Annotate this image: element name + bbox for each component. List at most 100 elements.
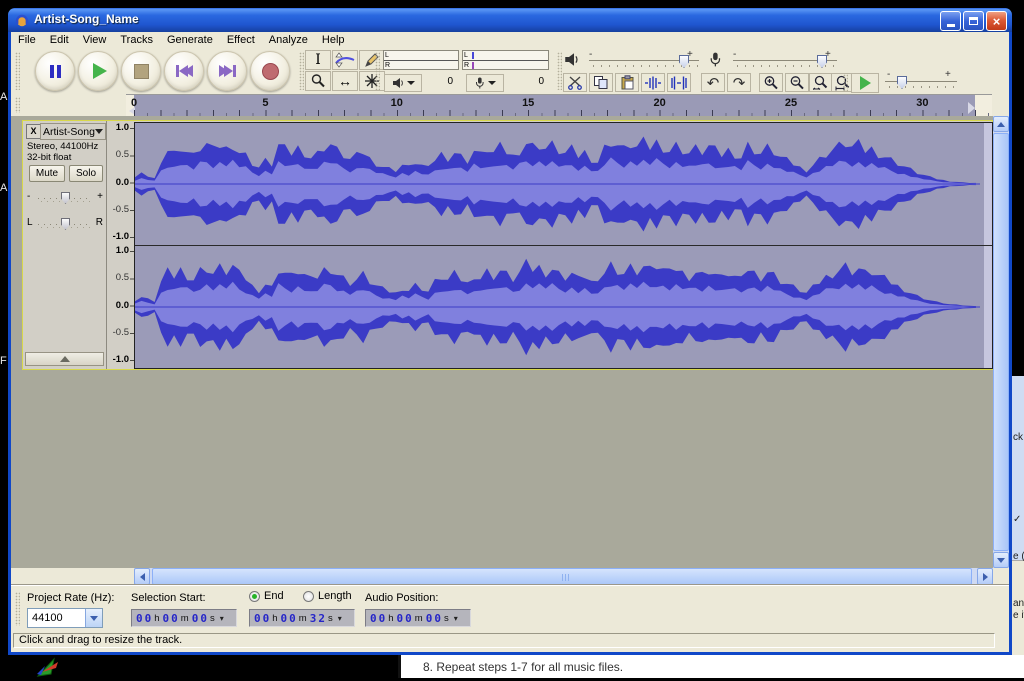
- track-title-dropdown[interactable]: Artist-Song: [40, 123, 106, 140]
- maximize-button[interactable]: [963, 11, 984, 31]
- cut-button[interactable]: [563, 73, 587, 92]
- pan-slider[interactable]: L R: [27, 215, 103, 233]
- menu-item-generate[interactable]: Generate: [160, 34, 220, 46]
- trim-icon: [644, 76, 662, 90]
- copy-button[interactable]: [589, 73, 613, 92]
- paste-button[interactable]: [615, 73, 639, 92]
- background-text-fragment: ang: [1013, 598, 1024, 609]
- input-meter-menu[interactable]: [466, 74, 504, 92]
- length-radio[interactable]: Length: [303, 590, 352, 602]
- selection-start-field[interactable]: 00h00m00s▾: [131, 609, 237, 627]
- skip-to-end-button[interactable]: [207, 51, 247, 91]
- amplitude-label: 0.5: [107, 149, 129, 160]
- minimize-button[interactable]: [940, 11, 961, 31]
- selection-tool-button[interactable]: I: [305, 50, 331, 70]
- zoom-in-button[interactable]: [759, 73, 783, 92]
- scroll-left-button[interactable]: [134, 568, 150, 585]
- gain-slider[interactable]: - +: [27, 189, 103, 207]
- pause-button[interactable]: [35, 51, 75, 91]
- zoom-out-button[interactable]: [785, 73, 809, 92]
- menu-item-edit[interactable]: Edit: [43, 34, 76, 46]
- amplitude-label: 0.0: [107, 177, 129, 188]
- combo-dropdown-button[interactable]: [85, 609, 102, 627]
- solo-button[interactable]: Solo: [69, 165, 103, 182]
- timeline: 051015202530: [11, 94, 1009, 117]
- vertical-scrollbar-thumb[interactable]: [993, 133, 1009, 551]
- gain-slider-thumb[interactable]: [61, 192, 70, 204]
- timeline-tick-label: 10: [391, 97, 403, 109]
- vertical-ruler-right-channel[interactable]: 1.00.50.0-0.5-1.0: [107, 245, 134, 367]
- input-meter-value: 0: [530, 76, 544, 87]
- menu-item-analyze[interactable]: Analyze: [262, 34, 315, 46]
- track-control-panel: X Artist-Song Stereo, 44100Hz 32-bit flo…: [23, 121, 107, 369]
- menu-item-view[interactable]: View: [76, 34, 114, 46]
- input-meter[interactable]: L R: [462, 50, 549, 70]
- toolbar-grip[interactable]: [15, 592, 20, 626]
- silence-icon: [670, 76, 688, 90]
- skip-to-end-icon: [219, 65, 236, 77]
- ibeam-icon: I: [315, 52, 321, 68]
- playback-speed-slider[interactable]: [885, 81, 957, 88]
- silence-audio-button[interactable]: [667, 73, 691, 92]
- scroll-down-button[interactable]: [993, 552, 1009, 568]
- toolbar-grip[interactable]: [15, 97, 20, 113]
- horizontal-scrollbar-thumb[interactable]: [152, 568, 972, 585]
- trim-audio-button[interactable]: [641, 73, 665, 92]
- timeline-ruler[interactable]: 051015202530: [126, 94, 992, 116]
- redo-button[interactable]: ↷: [727, 73, 751, 92]
- track-format-info: Stereo, 44100Hz: [27, 141, 98, 152]
- toolbar-grip[interactable]: [557, 52, 562, 90]
- zoom-out-icon: [789, 75, 805, 91]
- close-button[interactable]: ×: [986, 11, 1007, 31]
- slider-max-label: +: [945, 69, 951, 80]
- radio-unselected-icon: [303, 591, 314, 602]
- pan-left-label: L: [27, 217, 33, 228]
- menu-item-file[interactable]: File: [11, 34, 43, 46]
- undo-button[interactable]: ↶: [701, 73, 725, 92]
- toolbar-grip[interactable]: [299, 52, 304, 90]
- pan-slider-thumb[interactable]: [61, 218, 70, 230]
- meter-channel-label: R: [385, 61, 390, 70]
- status-message: Click and drag to resize the track.: [13, 633, 995, 648]
- project-rate-combobox[interactable]: 44100: [27, 608, 103, 628]
- play-at-speed-button[interactable]: [851, 73, 879, 93]
- output-meter[interactable]: L R: [383, 50, 459, 70]
- audio-position-field[interactable]: 00h00m00s▾: [365, 609, 471, 627]
- track-close-button[interactable]: X: [26, 124, 41, 139]
- fit-selection-button[interactable]: [809, 73, 833, 92]
- vertical-ruler-left-channel[interactable]: 1.00.50.0-0.5-1.0: [107, 122, 134, 244]
- draw-tool-button[interactable]: [359, 50, 385, 70]
- title-bar[interactable]: Artist-Song_Name ×: [8, 8, 1012, 32]
- output-meter-menu[interactable]: [384, 74, 422, 92]
- audacity-icon[interactable]: [14, 12, 30, 28]
- waveform-right-channel[interactable]: [135, 246, 992, 368]
- play-button[interactable]: [78, 51, 118, 91]
- toolbar-grip[interactable]: [843, 74, 848, 92]
- menu-item-effect[interactable]: Effect: [220, 34, 262, 46]
- end-radio-label: End: [264, 590, 284, 602]
- track-collapse-button[interactable]: [25, 352, 104, 366]
- envelope-tool-button[interactable]: [332, 50, 358, 70]
- stop-button[interactable]: [121, 51, 161, 91]
- desktop-shortcut-icon[interactable]: [32, 656, 62, 678]
- toolbar-grip[interactable]: [15, 52, 20, 90]
- selection-end-field[interactable]: 00h00m32s▾: [249, 609, 355, 627]
- multi-tool-button[interactable]: [359, 71, 385, 91]
- vertical-scrollbar[interactable]: [993, 116, 1009, 568]
- amplitude-label: 1.0: [107, 122, 129, 133]
- selection-toolbar: Project Rate (Hz): 44100 Selection Start…: [11, 585, 1009, 633]
- scroll-right-button[interactable]: [977, 568, 993, 585]
- toolbar-grip[interactable]: [375, 52, 380, 90]
- end-radio[interactable]: End: [249, 590, 284, 602]
- waveform-left-channel[interactable]: [135, 123, 992, 245]
- record-button[interactable]: [250, 51, 290, 91]
- track-bitdepth-info: 32-bit float: [27, 152, 71, 163]
- scroll-up-button[interactable]: [993, 116, 1009, 132]
- zoom-tool-button[interactable]: [305, 71, 331, 91]
- mute-button[interactable]: Mute: [29, 165, 65, 182]
- time-shift-tool-button[interactable]: ↔: [332, 71, 358, 91]
- menu-item-help[interactable]: Help: [315, 34, 352, 46]
- horizontal-scrollbar[interactable]: [134, 568, 993, 585]
- menu-item-tracks[interactable]: Tracks: [113, 34, 160, 46]
- skip-to-start-button[interactable]: [164, 51, 204, 91]
